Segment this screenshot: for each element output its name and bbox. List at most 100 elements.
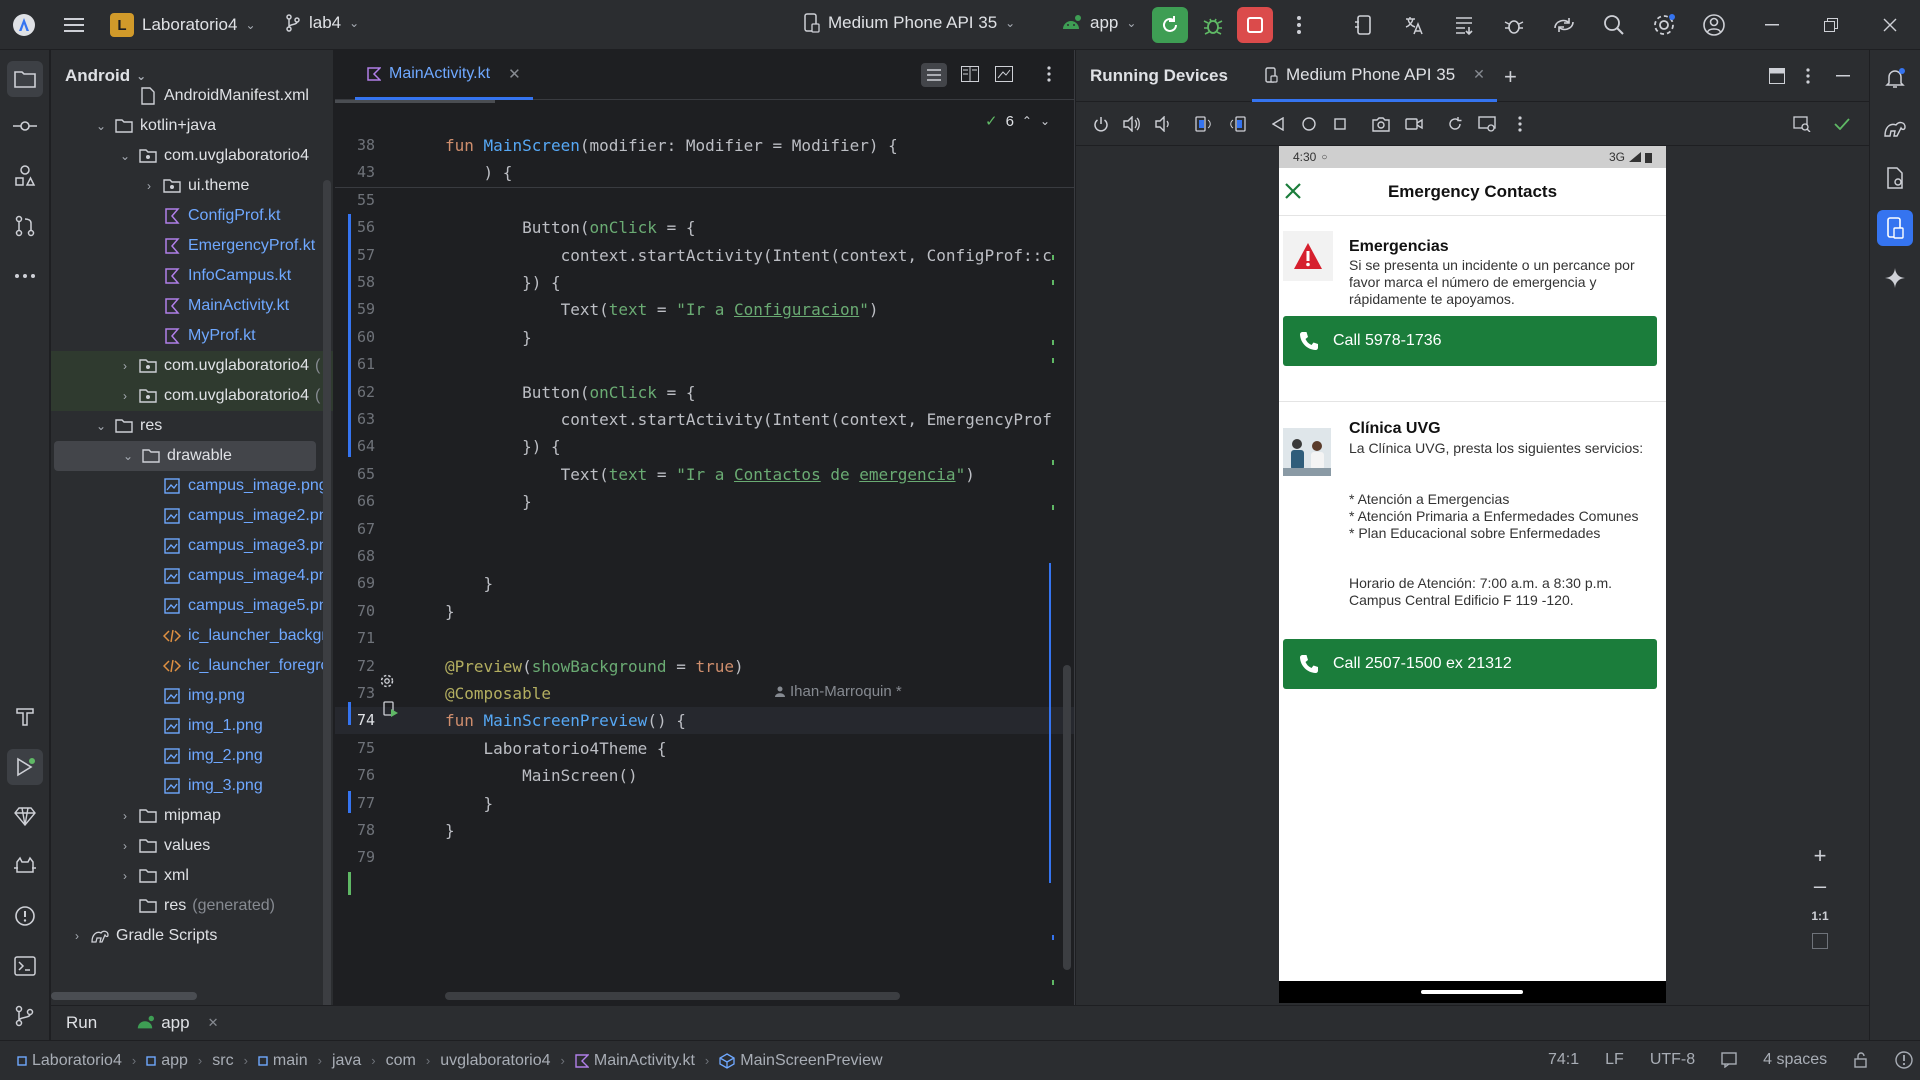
tree-item[interactable]: img_3.png [51,771,333,801]
code-line[interactable]: 68 [335,543,1074,570]
tree-item[interactable]: ic_launcher_backgr [51,621,333,651]
call-emergency-button[interactable]: Call 5978-1736 [1283,316,1657,366]
breadcrumb-item[interactable]: com [386,1052,416,1070]
panel-options-icon[interactable] [1806,68,1810,84]
chevron-down-icon[interactable]: ⌄ [1040,114,1050,128]
editor-options-icon[interactable] [1047,66,1051,82]
back-icon[interactable] [1267,113,1289,135]
rotate-left-icon[interactable] [1193,113,1215,135]
device-selector[interactable]: Medium Phone API 35 ⌄ [802,13,1015,33]
tree-item[interactable]: ⌄ com.uvglaboratorio4 [51,141,333,171]
tree-item[interactable]: ⌄ kotlin+java [51,111,333,141]
chevron-down-icon[interactable]: ⌄ [93,419,109,433]
terminal-icon[interactable] [11,952,39,980]
version-control-icon[interactable] [11,1002,39,1030]
screen-record-icon[interactable] [1403,113,1425,135]
inspection-widget[interactable]: ✓ 6 ⌃ ⌄ [985,112,1050,131]
overview-icon[interactable] [1329,113,1351,135]
code-line[interactable]: 64 }) { [335,433,1074,460]
tree-item[interactable]: campus_image5.pn [51,591,333,621]
layout-inspector-icon[interactable] [1791,113,1813,135]
chevron-right-icon[interactable]: › [117,389,133,403]
zoom-fit-icon[interactable] [1812,933,1828,949]
code-line[interactable]: 58 }) { [335,269,1074,296]
tab-mainactivity[interactable]: MainActivity.kt ✕ [355,50,533,100]
code-line[interactable]: 55 [335,187,1074,214]
more-tools-icon[interactable] [11,262,39,290]
vcs-branch-widget[interactable]: lab4 ⌄ [285,13,359,33]
line-separator[interactable]: LF [1605,1051,1624,1069]
tree-item[interactable]: campus_image2.pn [51,501,333,531]
code-line[interactable]: 65 Text(text = "Ir a Contactos de emerge… [335,461,1074,488]
tree-item[interactable]: campus_image.png [51,471,333,501]
project-tool-icon[interactable] [7,61,43,97]
close-tab-icon[interactable]: ✕ [208,1015,219,1031]
close-icon[interactable] [1284,182,1302,200]
chevron-right-icon[interactable]: › [117,839,133,853]
code-line[interactable]: 69 } [335,570,1074,597]
code-line[interactable]: 63 context.startActivity(Intent(context,… [335,406,1074,433]
tree-item[interactable]: › Gradle Scripts [51,921,333,951]
breadcrumb-item[interactable]: app [146,1052,188,1070]
zoom-in-icon[interactable]: + [1806,843,1834,869]
tree-item[interactable]: › com.uvglaboratorio4 ( [51,381,333,411]
run-config-tab[interactable]: app ✕ [135,1013,218,1033]
tree-item[interactable]: campus_image4.pn [51,561,333,591]
debug-icon[interactable] [1199,11,1227,39]
chevron-right-icon[interactable]: › [69,929,85,943]
apply-changes-button[interactable] [1152,7,1188,43]
device-screen[interactable]: 4:30 ○ 3G Emergency Contacts Emergencias … [1279,146,1666,1003]
home-icon[interactable] [1298,113,1320,135]
home-gesture-handle[interactable] [1421,990,1523,994]
tree-item[interactable]: ⌄ drawable [54,441,316,471]
code-line[interactable]: 75 Laboratorio4Theme { [335,735,1074,762]
tree-item[interactable]: img_2.png [51,741,333,771]
close-tab-icon[interactable]: ✕ [508,65,521,83]
vcs-change-marker[interactable] [348,702,351,725]
code-line[interactable]: 62 Button(onClick = { [335,379,1074,406]
tree-item[interactable]: AndroidManifest.xml [51,81,333,111]
snapshot-icon[interactable] [1444,113,1466,135]
chevron-down-icon[interactable]: ⌄ [117,149,133,163]
device-more-icon[interactable] [1509,113,1531,135]
tree-item[interactable]: › values [51,831,333,861]
chevron-right-icon[interactable]: › [117,869,133,883]
run-config-selector[interactable]: app ⌄ [1060,13,1136,33]
code-line[interactable]: 73 @Composable [335,680,1074,707]
tree-item[interactable]: MainActivity.kt [51,291,333,321]
chevron-down-icon[interactable]: ⌄ [93,119,109,133]
zoom-out-icon[interactable]: – [1806,873,1834,899]
window-layout-icon[interactable] [1769,68,1785,84]
vcs-change-marker[interactable] [348,791,351,813]
editor-vertical-scrollbar[interactable] [1063,665,1071,970]
breadcrumb-item[interactable]: src [212,1052,233,1070]
tree-item[interactable]: › ui.theme [51,171,333,201]
split-view-icon[interactable] [961,66,979,82]
read-only-lock-icon[interactable] [1853,1052,1869,1068]
minimize-window-icon[interactable] [1758,11,1786,39]
code-line[interactable]: 77 } [335,790,1074,817]
problems-icon[interactable] [11,902,39,930]
tree-item[interactable]: EmergencyProf.kt [51,231,333,261]
code-line[interactable]: 72 @Preview(showBackground = true) [335,653,1074,680]
code-line[interactable]: 74 fun MainScreenPreview() { [335,707,1074,735]
extended-controls-icon[interactable] [1476,113,1498,135]
code-line[interactable]: 66 } [335,488,1074,515]
running-devices-icon[interactable] [1877,210,1913,246]
tree-item[interactable]: ConfigProf.kt [51,201,333,231]
tree-item[interactable]: res (generated) [51,891,333,921]
device-manager-icon[interactable] [1350,11,1378,39]
power-icon[interactable] [1090,113,1112,135]
code-line[interactable]: 61 [335,351,1074,378]
checkmark-icon[interactable] [1831,113,1853,135]
chevron-right-icon[interactable]: › [117,359,133,373]
tree-item[interactable]: › mipmap [51,801,333,831]
code-line[interactable]: 57 context.startActivity(Intent(context,… [335,242,1074,269]
logcat-icon[interactable] [11,852,39,880]
screenshot-camera-icon[interactable] [1370,113,1392,135]
commit-tool-icon[interactable] [11,112,39,140]
close-window-icon[interactable] [1876,11,1904,39]
add-device-icon[interactable]: + [1504,64,1517,90]
tree-item[interactable]: ic_launcher_foregro [51,651,333,681]
indent-setting[interactable]: 4 spaces [1763,1051,1827,1069]
